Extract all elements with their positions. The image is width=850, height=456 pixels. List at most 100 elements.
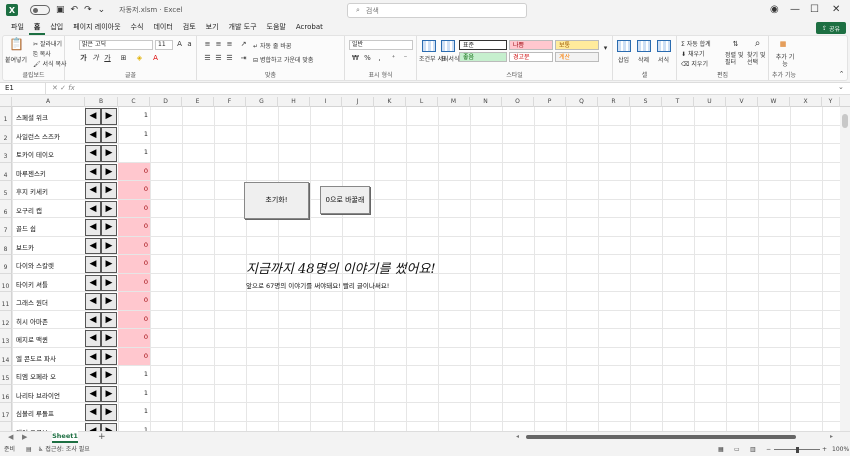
column-header[interactable]: L — [406, 97, 438, 107]
accessibility-status[interactable]: ♿ 접근성: 조사 필요 — [38, 444, 90, 456]
increment-arrow-icon[interactable]: ▶ — [101, 145, 117, 162]
percent-button[interactable]: % — [363, 54, 372, 63]
count-cell[interactable]: 1 — [118, 144, 150, 162]
count-cell[interactable]: 1 — [118, 385, 150, 403]
increment-arrow-icon[interactable]: ▶ — [101, 404, 117, 421]
align-left-icon[interactable]: ☰ — [203, 54, 212, 63]
column-header[interactable]: W — [758, 97, 790, 107]
decrement-arrow-icon[interactable]: ◀ — [85, 367, 101, 384]
addins-icon[interactable]: ▦ — [777, 40, 789, 52]
scroll-right-icon[interactable]: ▸ — [830, 433, 833, 440]
increment-arrow-icon[interactable]: ▶ — [101, 200, 117, 217]
spin-button[interactable]: ◀ ▶ — [85, 367, 117, 384]
save-icon[interactable]: ▣ — [56, 5, 65, 15]
merge-center-button[interactable]: ⊟ 병합하고 가운데 맞춤 — [253, 55, 313, 64]
fill-button[interactable]: ⬇ 채우기 — [681, 49, 705, 58]
find-select-button[interactable]: 찾기 및 선택 — [747, 52, 767, 66]
vertical-scrollbar[interactable] — [840, 107, 850, 431]
style-warning[interactable]: 경고문 — [509, 52, 553, 62]
name-cell[interactable]: 다이와 스칼렛 — [16, 260, 54, 270]
name-box[interactable]: E1 — [2, 83, 46, 94]
count-cell[interactable]: 0 — [118, 181, 150, 199]
count-cell[interactable]: 0 — [118, 329, 150, 347]
decrement-arrow-icon[interactable]: ◀ — [85, 348, 101, 365]
decrement-arrow-icon[interactable]: ◀ — [85, 237, 101, 254]
column-header[interactable]: G — [246, 97, 278, 107]
font-size-dropdown[interactable]: 11 — [155, 40, 173, 50]
column-header[interactable]: D — [150, 97, 182, 107]
conditional-format-icon[interactable] — [422, 40, 436, 52]
zoom-slider-thumb[interactable] — [796, 447, 799, 453]
name-cell[interactable]: 마루젠스키 — [16, 168, 46, 178]
addins-button[interactable]: 추가 기능 — [774, 54, 796, 68]
fx-label[interactable]: fx — [68, 84, 75, 92]
column-header[interactable]: U — [694, 97, 726, 107]
spin-button[interactable]: ◀ ▶ — [85, 182, 117, 199]
column-header[interactable]: M — [438, 97, 470, 107]
paste-icon[interactable]: 📋 — [9, 38, 24, 54]
maximize-button[interactable]: ☐ — [810, 4, 819, 15]
column-header[interactable]: I — [310, 97, 342, 107]
menu-tab[interactable]: 데이터 — [148, 20, 177, 35]
name-cell[interactable]: 타이키 셔틀 — [16, 279, 48, 289]
macro-record-icon[interactable]: ▤ — [26, 444, 32, 456]
search-box[interactable]: ⌕ 검색 — [347, 3, 527, 18]
formula-bar[interactable] — [0, 82, 850, 95]
name-cell[interactable]: 심볼리 루돌프 — [16, 408, 54, 418]
clear-button[interactable]: ⌫ 지우기 — [681, 59, 708, 68]
spin-button[interactable]: ◀ ▶ — [85, 385, 117, 402]
spin-button[interactable]: ◀ ▶ — [85, 108, 117, 125]
column-header[interactable]: A — [12, 97, 85, 107]
normal-view-icon[interactable]: ▦ — [718, 444, 724, 456]
cut-button[interactable]: ✂ 잘라내기 — [33, 39, 62, 48]
next-sheet-icon[interactable]: ▶ — [22, 433, 27, 441]
wrap-text-button[interactable]: ↵ 자동 줄 바꿈 — [253, 41, 291, 50]
spin-button[interactable]: ◀ ▶ — [85, 163, 117, 180]
select-all-corner[interactable] — [0, 97, 12, 107]
column-header[interactable]: R — [598, 97, 630, 107]
name-cell[interactable]: 후지 키세키 — [16, 186, 48, 196]
row-header[interactable]: 9 — [0, 255, 12, 274]
spin-button[interactable]: ◀ ▶ — [85, 126, 117, 143]
zoom-level[interactable]: 100% — [832, 444, 849, 456]
decrement-arrow-icon[interactable]: ◀ — [85, 293, 101, 310]
spin-button[interactable]: ◀ ▶ — [85, 330, 117, 347]
row-header[interactable]: 7 — [0, 218, 12, 237]
paste-button[interactable]: 붙여넣기 — [5, 55, 27, 64]
share-button[interactable]: ⇪ 공유 — [816, 22, 846, 34]
sort-filter-icon[interactable]: ⇅ — [731, 40, 740, 49]
row-header[interactable]: 1 — [0, 107, 12, 126]
decrement-arrow-icon[interactable]: ◀ — [85, 422, 101, 431]
spin-button[interactable]: ◀ ▶ — [85, 311, 117, 328]
comma-button[interactable]: , — [375, 54, 384, 63]
name-cell[interactable]: 오구리 캡 — [16, 205, 42, 215]
row-header[interactable]: 12 — [0, 310, 12, 329]
menu-tab[interactable]: 홈 — [28, 20, 46, 35]
count-cell[interactable]: 0 — [118, 347, 150, 365]
menu-tab[interactable]: 검토 — [178, 20, 201, 35]
sort-filter-button[interactable]: 정렬 및 필터 — [725, 52, 745, 66]
align-center-icon[interactable]: ☰ — [214, 54, 223, 63]
spin-button[interactable]: ◀ ▶ — [85, 348, 117, 365]
undo-icon[interactable]: ↶ — [71, 5, 79, 15]
decrement-arrow-icon[interactable]: ◀ — [85, 385, 101, 402]
confirm-icon[interactable]: ✓ — [60, 84, 66, 92]
column-header[interactable]: P — [534, 97, 566, 107]
row-header[interactable]: 10 — [0, 273, 12, 292]
count-cell[interactable]: 0 — [118, 310, 150, 328]
increment-arrow-icon[interactable]: ▶ — [101, 367, 117, 384]
column-header[interactable]: H — [278, 97, 310, 107]
spin-button[interactable]: ◀ ▶ — [85, 404, 117, 421]
reset-button[interactable]: 초기화! — [244, 182, 309, 219]
spin-button[interactable]: ◀ ▶ — [85, 274, 117, 291]
number-format-dropdown[interactable]: 일반 — [349, 40, 413, 50]
styles-more-icon[interactable]: ▾ — [601, 44, 610, 53]
decrement-arrow-icon[interactable]: ◀ — [85, 256, 101, 273]
spin-button[interactable]: ◀ ▶ — [85, 422, 117, 431]
row-header[interactable]: 13 — [0, 329, 12, 348]
indent-icon[interactable]: ⇥ — [239, 54, 248, 63]
decrement-arrow-icon[interactable]: ◀ — [85, 330, 101, 347]
increment-arrow-icon[interactable]: ▶ — [101, 330, 117, 347]
decrement-arrow-icon[interactable]: ◀ — [85, 219, 101, 236]
row-header[interactable]: 4 — [0, 162, 12, 181]
